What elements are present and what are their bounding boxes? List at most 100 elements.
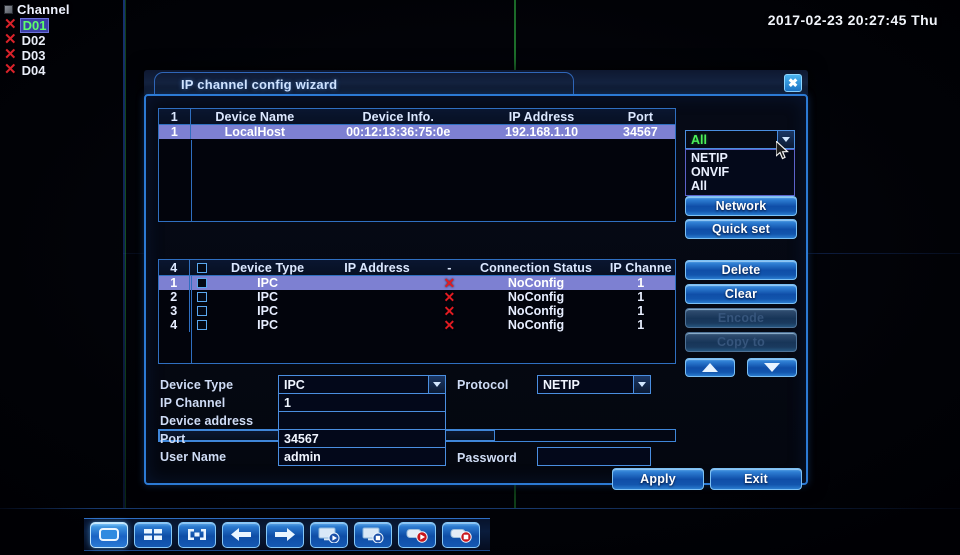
network-button[interactable]: Network — [685, 196, 797, 216]
playback-monitor-icon[interactable] — [310, 521, 348, 548]
red-x-icon: ✕ — [443, 289, 456, 305]
select-all-checkbox[interactable] — [190, 262, 215, 273]
encode-button: Encode — [685, 308, 797, 328]
column-device-info: Device Info. — [362, 109, 434, 124]
single-view-icon[interactable] — [90, 521, 128, 548]
cell-connection-status: NoConfig — [507, 318, 565, 332]
table-row[interactable]: 2 IPC ✕ NoConfig 1 — [159, 290, 675, 304]
device-type-select[interactable]: IPC — [278, 375, 446, 394]
channel-label: D03 — [21, 47, 46, 63]
cell-device-type: IPC — [257, 276, 278, 290]
device-address-input[interactable] — [278, 411, 446, 430]
channel-item-d01[interactable]: ✕ D01 — [4, 16, 122, 33]
forward-arrow-icon[interactable] — [266, 521, 304, 548]
cell-ip-address: 192.168.1.10 — [505, 125, 579, 139]
dialog-title: IP channel config wizard — [181, 77, 338, 92]
table-row[interactable]: 4 IPC ✕ NoConfig 1 — [159, 318, 675, 332]
red-x-icon: ✕ — [4, 46, 17, 63]
channel-table-count: 4 — [159, 260, 190, 275]
close-icon[interactable]: ✖ — [784, 74, 802, 92]
column-device-name: Device Name — [215, 109, 295, 124]
row-checkbox[interactable] — [190, 278, 215, 288]
cell-device-type: IPC — [257, 290, 278, 304]
exit-button[interactable]: Exit — [710, 468, 802, 490]
ip-channel-config-wizard-dialog: IP channel config wizard ✖ 1 Device Name… — [144, 70, 808, 490]
device-table-header: 1 Device Name Device Info. IP Address Po… — [159, 109, 675, 125]
channel-item-d02[interactable]: ✕ D02 — [4, 32, 122, 48]
channel-item-d03[interactable]: ✕ D03 — [4, 46, 122, 63]
row-index: 4 — [159, 318, 190, 332]
column-connection-status: Connection Status — [479, 260, 593, 275]
table-row[interactable]: 1 LocalHost 00:12:13:36:75:0e 192.168.1.… — [159, 125, 675, 139]
cell-device-type: IPC — [257, 304, 278, 318]
red-x-icon: ✕ — [443, 317, 456, 333]
column-ip-address: IP Address — [508, 109, 575, 124]
down-arrow-icon — [764, 363, 780, 372]
device-type-value: IPC — [284, 377, 305, 392]
cell-connection-status: NoConfig — [507, 276, 565, 290]
table-row[interactable]: 3 IPC ✕ NoConfig 1 — [159, 304, 675, 318]
row-index: 3 — [159, 304, 190, 318]
quad-view-icon[interactable] — [134, 521, 172, 548]
channel-config-table[interactable]: 4 Device Type IP Address - Connection St… — [158, 259, 676, 364]
move-down-button[interactable] — [747, 358, 797, 377]
device-table-count: 1 — [159, 109, 191, 124]
red-x-icon: ✕ — [443, 303, 456, 319]
port-input[interactable]: 34567 — [278, 429, 446, 448]
device-type-label: Device Type — [160, 378, 234, 392]
channel-list-title: Channel — [17, 2, 70, 17]
apply-button[interactable]: Apply — [612, 468, 704, 490]
protocol-filter-options[interactable]: NETIP ONVIF All — [685, 149, 795, 196]
chevron-down-icon[interactable] — [633, 376, 650, 393]
channel-list: Channel ✕ D01 ✕ D02 ✕ D03 ✕ D04 — [4, 2, 122, 77]
channel-label: D01 — [19, 17, 50, 33]
channel-label: D02 — [21, 32, 46, 48]
play-record-icon[interactable] — [398, 521, 436, 548]
device-table[interactable]: 1 Device Name Device Info. IP Address Po… — [158, 108, 676, 222]
table-row[interactable]: 1 IPC ✕ NoConfig 1 — [159, 276, 675, 290]
option-all[interactable]: All — [686, 179, 794, 193]
ip-channel-input[interactable]: 1 — [278, 393, 446, 412]
channel-label: D04 — [21, 62, 46, 78]
red-x-icon: ✕ — [4, 61, 17, 78]
cell-device-info: 00:12:13:36:75:0e — [346, 125, 451, 139]
fullscreen-icon[interactable] — [178, 521, 216, 548]
move-up-button[interactable] — [685, 358, 735, 377]
option-netip[interactable]: NETIP — [686, 151, 794, 165]
channel-list-header: Channel — [4, 2, 122, 17]
channel-table-header: 4 Device Type IP Address - Connection St… — [159, 260, 675, 276]
password-label: Password — [457, 451, 517, 465]
dialog-titlebar: IP channel config wizard ✖ — [144, 70, 808, 96]
dialog-body: 1 Device Name Device Info. IP Address Po… — [144, 94, 808, 490]
clear-button[interactable]: Clear — [685, 284, 797, 304]
record-monitor-icon[interactable] — [354, 521, 392, 548]
osd-timestamp: 2017-02-23 20:27:45 Thu — [767, 12, 938, 28]
back-arrow-icon[interactable] — [222, 521, 260, 548]
row-checkbox[interactable] — [190, 306, 215, 316]
port-label: Port — [160, 432, 186, 446]
cell-ip-channel: 1 — [637, 318, 645, 332]
row-index: 1 — [159, 125, 191, 139]
delete-button[interactable]: Delete — [685, 260, 797, 280]
column-device-type: Device Type — [231, 260, 305, 275]
quick-set-button[interactable]: Quick set — [685, 219, 797, 239]
channel-item-d04[interactable]: ✕ D04 — [4, 61, 122, 78]
dvr-screen: Channel ✕ D01 ✕ D02 ✕ D03 ✕ D04 2017-02-… — [0, 0, 960, 555]
row-index: 1 — [159, 276, 190, 290]
protocol-filter-select[interactable]: All — [685, 130, 795, 149]
cell-device-name: LocalHost — [224, 125, 286, 139]
cell-ip-channel: 1 — [637, 290, 645, 304]
chevron-down-icon[interactable] — [777, 131, 794, 148]
stop-record-icon[interactable] — [442, 521, 480, 548]
row-checkbox[interactable] — [190, 320, 215, 330]
cell-ip-channel: 1 — [637, 276, 645, 290]
chevron-down-icon[interactable] — [428, 376, 445, 393]
option-onvif[interactable]: ONVIF — [686, 165, 794, 179]
user-name-input[interactable]: admin — [278, 447, 446, 466]
password-input[interactable] — [537, 447, 651, 466]
protocol-select[interactable]: NETIP — [537, 375, 651, 394]
cell-ip-channel: 1 — [637, 304, 645, 318]
protocol-filter-value: All — [691, 132, 707, 147]
row-checkbox[interactable] — [190, 292, 215, 302]
red-x-icon: ✕ — [4, 16, 17, 33]
